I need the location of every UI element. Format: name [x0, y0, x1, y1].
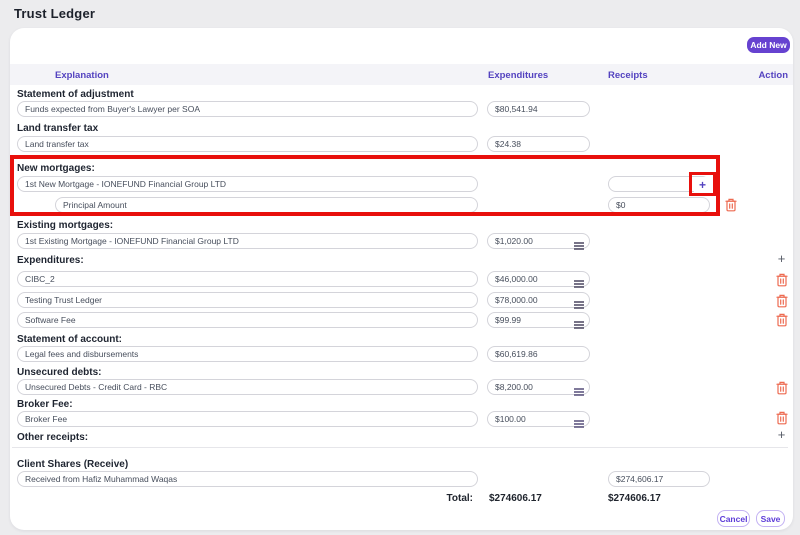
expenditure-field-account [487, 346, 590, 362]
list-icon[interactable] [574, 316, 584, 324]
delete-principal-button[interactable] [724, 198, 737, 213]
delete-expenditure-2-button[interactable] [775, 294, 788, 309]
receipt-input-client-shares[interactable] [608, 471, 710, 487]
table-header-row: Explanation Expenditures Receipts Action [10, 64, 793, 85]
list-icon[interactable] [574, 383, 584, 391]
section-label-new-mortgages: New mortgages: [17, 163, 95, 174]
delete-broker-fee-button[interactable] [775, 411, 788, 426]
explanation-input-new-mortgage[interactable] [17, 176, 478, 192]
section-label-unsecured-debts: Unsecured debts: [17, 367, 101, 378]
trash-icon [776, 313, 788, 327]
trash-icon [776, 411, 788, 425]
section-label-broker-fee: Broker Fee: [17, 399, 73, 410]
list-icon[interactable] [574, 415, 584, 423]
section-label-existing-mortgages: Existing mortgages: [17, 220, 113, 231]
header-receipts: Receipts [608, 70, 648, 81]
trash-icon [776, 294, 788, 308]
total-receipts: $274606.17 [608, 493, 661, 504]
explanation-input-account[interactable] [17, 346, 478, 362]
page-title: Trust Ledger [14, 6, 95, 21]
explanation-input-broker-fee[interactable] [17, 411, 478, 427]
explanation-input-expenditure-2[interactable] [17, 292, 478, 308]
section-label-other-receipts: Other receipts: [17, 432, 88, 443]
explanation-input-unsecured[interactable] [17, 379, 478, 395]
expenditure-input-ltt[interactable] [487, 136, 590, 152]
explanation-input-existing-mortgage[interactable] [17, 233, 478, 249]
header-action: Action [758, 70, 788, 81]
expenditure-field-soa [487, 101, 590, 117]
expenditure-field-unsecured [487, 379, 590, 395]
list-icon[interactable] [574, 237, 584, 245]
header-expenditures: Expenditures [488, 70, 548, 81]
section-label-land-transfer-tax: Land transfer tax [17, 123, 98, 134]
expenditure-field-ltt [487, 136, 590, 152]
add-other-receipt-button[interactable]: + [775, 428, 788, 441]
delete-expenditure-3-button[interactable] [775, 313, 788, 328]
expenditure-input-soa[interactable] [487, 101, 590, 117]
total-expenditures: $274606.17 [489, 493, 542, 504]
trash-icon [725, 198, 737, 212]
expenditure-field-2 [487, 292, 590, 308]
explanation-input-client-shares[interactable] [17, 471, 478, 487]
section-label-client-shares: Client Shares (Receive) [17, 459, 128, 470]
add-new-button[interactable]: Add New [747, 37, 790, 53]
section-label-statement-of-adjustment: Statement of adjustment [17, 89, 134, 100]
header-explanation: Explanation [55, 70, 109, 81]
expenditure-input-account[interactable] [487, 346, 590, 362]
explanation-input-expenditure-3[interactable] [17, 312, 478, 328]
receipt-input-principal-amount[interactable] [608, 197, 710, 213]
explanation-input-soa[interactable] [17, 101, 478, 117]
trash-icon [776, 381, 788, 395]
expenditure-field-1 [487, 271, 590, 287]
explanation-input-expenditure-1[interactable] [17, 271, 478, 287]
delete-expenditure-1-button[interactable] [775, 273, 788, 288]
delete-unsecured-button[interactable] [775, 381, 788, 396]
expenditure-field-3 [487, 312, 590, 328]
expenditure-field-existing-mortgage [487, 233, 590, 249]
list-icon[interactable] [574, 296, 584, 304]
expenditure-field-broker-fee [487, 411, 590, 427]
add-principal-button[interactable]: + [694, 177, 711, 192]
cancel-button[interactable]: Cancel [717, 510, 750, 527]
add-expenditure-button[interactable]: + [775, 252, 788, 265]
explanation-input-ltt[interactable] [17, 136, 478, 152]
total-label: Total: [423, 493, 473, 504]
explanation-input-principal-amount[interactable] [55, 197, 478, 213]
save-button[interactable]: Save [756, 510, 785, 527]
trash-icon [776, 273, 788, 287]
section-label-expenditures: Expenditures: [17, 255, 84, 266]
list-icon[interactable] [574, 275, 584, 283]
section-divider [12, 447, 788, 448]
section-label-statement-of-account: Statement of account: [17, 334, 122, 345]
